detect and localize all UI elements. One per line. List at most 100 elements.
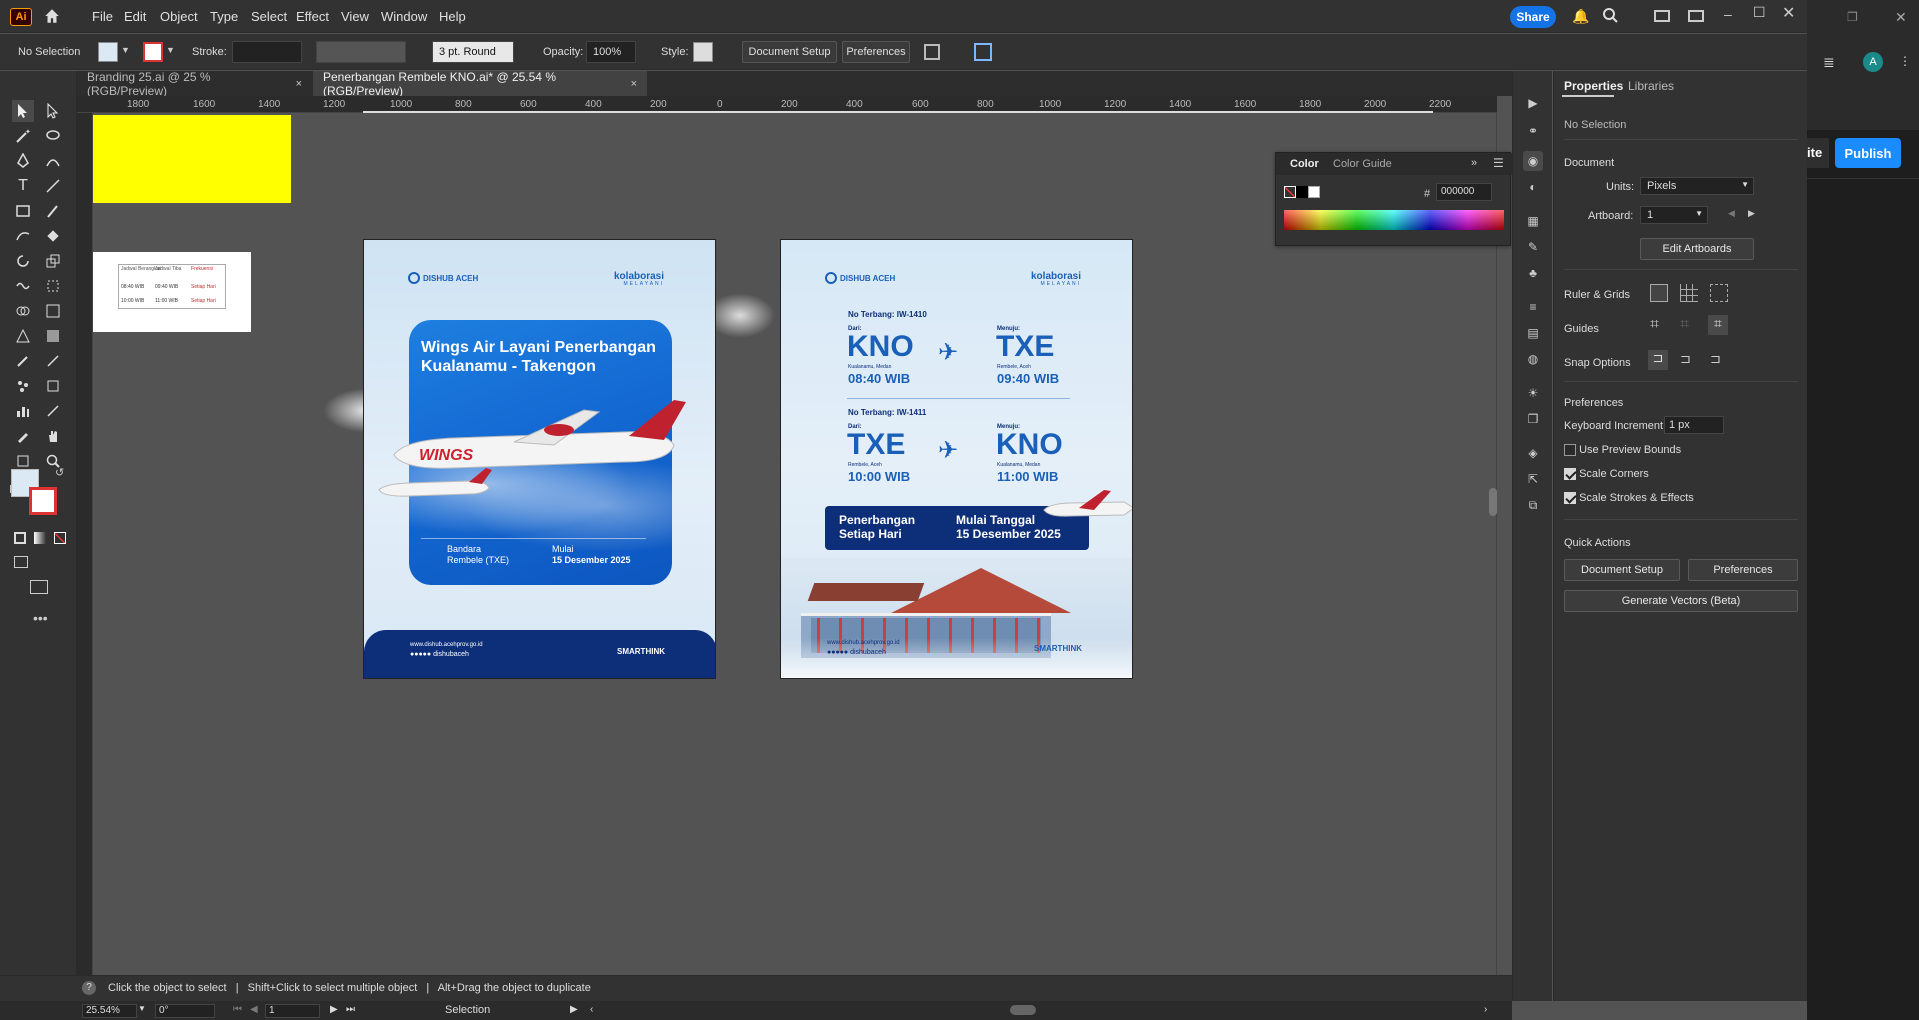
smart-guides-icon[interactable]: ⌗: [1708, 315, 1728, 335]
menu-select[interactable]: Select: [251, 9, 287, 24]
stroke-weight-input[interactable]: [232, 41, 302, 63]
previous-artboard-icon[interactable]: ◀: [250, 1004, 258, 1015]
draw-mode-icon[interactable]: [14, 556, 28, 568]
tab-branding[interactable]: Branding 25.ai @ 25 % (RGB/Preview) ×: [77, 70, 312, 98]
hex-input[interactable]: 000000: [1436, 183, 1492, 201]
live-paint-tool-icon[interactable]: [42, 300, 64, 322]
menu-icon[interactable]: ≣: [1823, 54, 1835, 71]
restore-icon[interactable]: ❐: [1847, 10, 1858, 24]
direct-selection-tool-icon[interactable]: [42, 100, 64, 122]
minimize-button[interactable]: –: [1724, 6, 1732, 22]
scroll-left-icon[interactable]: ‹: [590, 1004, 593, 1015]
magic-wand-tool-icon[interactable]: ✦: [12, 125, 34, 147]
lock-guides-icon[interactable]: ⌗: [1680, 316, 1689, 334]
shape-builder-tool-icon[interactable]: [12, 300, 34, 322]
rectangle-tool-icon[interactable]: [12, 200, 34, 222]
transparency-grid-icon[interactable]: [1710, 284, 1728, 302]
artboard-select[interactable]: 1 ▼: [1640, 206, 1708, 224]
color-guide-icon[interactable]: ◐: [1523, 177, 1543, 197]
play-icon[interactable]: ▶: [1523, 93, 1543, 113]
scale-corners-checkbox[interactable]: [1564, 468, 1576, 481]
variable-width-profile[interactable]: [316, 41, 406, 63]
close-icon[interactable]: ×: [631, 78, 637, 90]
rotate-tool-icon[interactable]: [12, 250, 34, 272]
type-tool-icon[interactable]: T: [12, 175, 34, 197]
scale-tool-icon[interactable]: [42, 250, 64, 272]
menu-window[interactable]: Window: [381, 9, 427, 24]
units-select[interactable]: Pixels ▼: [1640, 177, 1754, 195]
menu-help[interactable]: Help: [439, 9, 466, 24]
gradient-tool-icon[interactable]: [42, 325, 64, 347]
scroll-right-icon[interactable]: ›: [1484, 1004, 1487, 1015]
search-icon[interactable]: [1602, 7, 1618, 26]
lasso-tool-icon[interactable]: [42, 125, 64, 147]
artboard-1[interactable]: DISHUB ACEH kolaborasi MELAYANI Wings Ai…: [363, 239, 716, 679]
eraser-tool-icon[interactable]: [42, 225, 64, 247]
help-icon[interactable]: ?: [82, 981, 96, 995]
status-menu-icon[interactable]: ▶: [570, 1004, 578, 1015]
arrange-icon[interactable]: [1688, 10, 1704, 22]
color-panel-icon[interactable]: ◉: [1523, 151, 1543, 171]
use-preview-bounds-row[interactable]: Use Preview Bounds: [1564, 444, 1681, 457]
slice-tool-icon[interactable]: [42, 400, 64, 422]
chevron-down-icon[interactable]: ▼: [166, 45, 175, 55]
grid-toggle-icon[interactable]: [1680, 284, 1698, 302]
publish-button[interactable]: Publish: [1835, 138, 1901, 168]
qa-preferences-button[interactable]: Preferences: [1688, 559, 1798, 581]
generate-vectors-button[interactable]: Generate Vectors (Beta): [1564, 590, 1798, 612]
schedule-table-snippet[interactable]: Jadwal Berangkat Jadwal Tiba Frekuensi 0…: [93, 252, 251, 332]
menu-type[interactable]: Type: [210, 9, 238, 24]
close-button[interactable]: ✕: [1782, 3, 1795, 23]
tab-properties[interactable]: Properties: [1564, 79, 1623, 93]
chevron-down-icon[interactable]: ▼: [121, 45, 130, 55]
none-mode-icon[interactable]: [54, 532, 66, 544]
preferences-button[interactable]: Preferences: [842, 41, 910, 63]
menu-object[interactable]: Object: [160, 9, 198, 24]
tab-penerbangan[interactable]: Penerbangan Rembele KNO.ai* @ 25.54 % (R…: [313, 70, 647, 98]
last-artboard-icon[interactable]: ⏭: [346, 1004, 355, 1015]
style-swatch[interactable]: [693, 42, 713, 62]
scale-strokes-checkbox[interactable]: [1564, 492, 1576, 505]
black-swatch[interactable]: [1296, 186, 1308, 198]
workspace-icon[interactable]: [1654, 10, 1670, 22]
menu-file[interactable]: File: [92, 9, 113, 24]
fill-swatch[interactable]: [98, 42, 118, 62]
panel-menu-icon[interactable]: ☰: [1493, 156, 1504, 170]
stroke-swatch[interactable]: [143, 42, 163, 62]
snap-to-point-icon[interactable]: ⊐: [1648, 350, 1668, 370]
snap-to-pixel-icon[interactable]: ⊐: [1680, 351, 1691, 367]
swap-fill-stroke-icon[interactable]: ↺: [55, 466, 64, 479]
line-tool-icon[interactable]: [42, 175, 64, 197]
previous-artboard-icon[interactable]: ◀: [1728, 208, 1735, 219]
pen-tool-icon[interactable]: [12, 150, 34, 172]
horizontal-scroll-thumb[interactable]: [1010, 1005, 1036, 1015]
tab-libraries[interactable]: Libraries: [1628, 79, 1674, 93]
artboards-panel-icon[interactable]: ⧉: [1523, 495, 1543, 515]
first-artboard-icon[interactable]: ⏮: [233, 1004, 242, 1015]
document-setup-button[interactable]: Document Setup: [742, 41, 837, 63]
none-swatch[interactable]: [1284, 186, 1296, 198]
color-mode-icon[interactable]: [14, 532, 26, 544]
chevron-down-icon[interactable]: ▼: [138, 1004, 146, 1013]
next-artboard-icon[interactable]: ▶: [1748, 208, 1755, 219]
artboard-nav-input[interactable]: 1: [265, 1004, 320, 1018]
eyedropper-tool-icon[interactable]: [12, 350, 34, 372]
zoom-input[interactable]: 25.54%: [82, 1004, 137, 1018]
hand-tool-icon[interactable]: [42, 425, 64, 447]
appearance-icon[interactable]: ☀: [1523, 383, 1543, 403]
use-preview-bounds-checkbox[interactable]: [1564, 444, 1576, 457]
warp-tool-icon[interactable]: [12, 275, 34, 297]
brush-definition[interactable]: 3 pt. Round: [432, 41, 514, 63]
transparency-icon[interactable]: ◍: [1523, 349, 1543, 369]
artboard-tool-icon[interactable]: [42, 375, 64, 397]
rotate-view-input[interactable]: 0°: [155, 1004, 215, 1018]
partial-button-label[interactable]: ite: [1807, 138, 1829, 168]
selection-tool-icon[interactable]: [12, 100, 34, 122]
symbols-icon[interactable]: ♣: [1523, 263, 1543, 283]
scale-corners-row[interactable]: Scale Corners: [1564, 468, 1649, 481]
menu-view[interactable]: View: [341, 9, 369, 24]
curvature-tool-icon[interactable]: [42, 150, 64, 172]
menu-effect[interactable]: Effect: [296, 9, 329, 24]
next-artboard-icon[interactable]: ▶: [330, 1004, 338, 1015]
close-icon[interactable]: ✕: [1895, 9, 1907, 26]
